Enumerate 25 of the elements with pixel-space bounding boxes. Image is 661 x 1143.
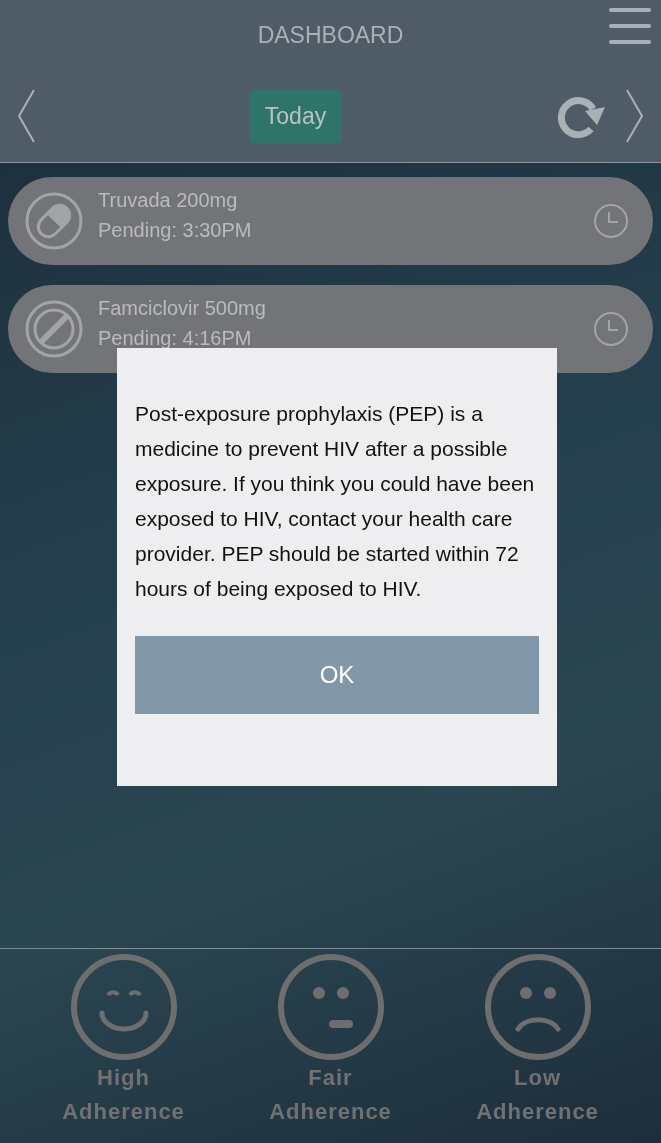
adherence-label: Adherence <box>269 1098 392 1126</box>
smiley-face-icon[interactable] <box>69 953 178 1061</box>
medication-card[interactable]: Truvada 200mg Pending: 3:30PM <box>8 177 653 265</box>
adherence-label: Adherence <box>476 1098 599 1126</box>
ok-button[interactable]: OK <box>135 636 539 714</box>
today-button[interactable]: Today <box>248 88 343 144</box>
clock-icon[interactable] <box>593 203 629 239</box>
menu-icon[interactable] <box>609 6 651 46</box>
chevron-right-icon[interactable] <box>625 88 645 144</box>
page-title: DASHBOARD <box>257 21 404 49</box>
capsule-icon <box>24 191 84 251</box>
sad-face-icon[interactable] <box>483 953 592 1061</box>
medication-name: Truvada 200mg <box>98 188 239 213</box>
adherence-label: Low <box>514 1064 561 1092</box>
adherence-label: Fair <box>308 1064 353 1092</box>
dialog-message: Post-exposure prophylaxis (PEP) is a medicine to prevent HIV after a possible exposure. If you think you could have been exposed to HIV, contact your health care provider. PEP should be started within 72 hours of being exposed to HIV. <box>135 401 536 602</box>
medication-name: Famciclovir 500mg <box>98 296 267 321</box>
neutral-face-icon[interactable] <box>276 953 385 1061</box>
medication-status: Pending: 4:16PM <box>98 326 253 351</box>
chevron-left-icon[interactable] <box>16 88 36 144</box>
prohibited-icon <box>24 299 84 359</box>
medication-status: Pending: 3:30PM <box>98 218 253 243</box>
adherence-label: High <box>97 1064 150 1092</box>
adherence-label: Adherence <box>62 1098 185 1126</box>
clock-icon[interactable] <box>593 311 629 347</box>
